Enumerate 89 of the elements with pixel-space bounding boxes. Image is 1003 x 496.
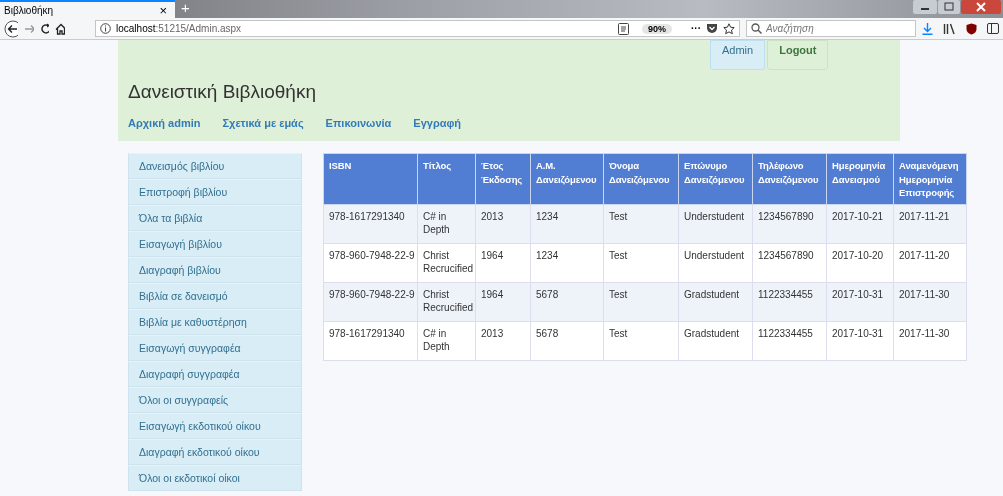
column-header[interactable]: Ημερομηνία Δανεισμού [826, 153, 894, 204]
column-header[interactable]: Έτος Έκδοσης [475, 153, 531, 204]
table-cell: 5678 [530, 282, 604, 321]
download-icon[interactable] [922, 22, 933, 35]
admin-button[interactable]: Admin [710, 40, 766, 70]
close-tab-button[interactable]: × [159, 2, 167, 18]
table-cell: 2013 [475, 321, 531, 360]
address-bar[interactable]: localhost:51215/Admin.aspx 90% ··· [95, 20, 740, 37]
sidebar-icon[interactable] [987, 23, 999, 34]
table-cell: 1122334455 [752, 321, 827, 360]
shield-icon[interactable] [966, 22, 977, 35]
sidebar-item[interactable]: Διαγραφή βιβλίου [128, 257, 302, 283]
table-cell: 1122334455 [752, 282, 827, 321]
nav-link[interactable]: Σχετικά με εμάς [222, 115, 304, 131]
nav-link[interactable]: Εγγραφή [413, 115, 462, 131]
reader-view-icon[interactable] [618, 22, 629, 35]
sidebar-item[interactable]: Όλοι οι εκδοτικοί οίκοι [128, 465, 302, 491]
sidebar-item[interactable]: Όλοι οι συγγραφείς [128, 387, 302, 413]
nav-link[interactable]: Αρχική admin [128, 115, 201, 131]
table-cell: 978-960-7948-22-9 [323, 243, 418, 282]
tab-title: Βιβλιοθήκη [4, 4, 54, 16]
close-icon[interactable] [961, 0, 1001, 14]
home-icon[interactable] [55, 22, 65, 35]
sidebar-item[interactable]: Εισαγωγή βιβλίου [128, 231, 302, 257]
table-cell: 2017-10-20 [826, 243, 894, 282]
back-icon[interactable] [4, 19, 19, 38]
reload-icon[interactable] [39, 22, 50, 35]
column-header[interactable]: Όνομα Δανειζόμενου [603, 153, 679, 204]
table-cell: 2017-11-30 [893, 282, 967, 321]
search-icon [751, 23, 762, 34]
new-tab-button[interactable]: + [175, 0, 196, 18]
sidebar-item[interactable]: Όλα τα βιβλία [128, 205, 302, 231]
table-cell: Test [603, 282, 679, 321]
table-cell: 2017-11-21 [893, 204, 967, 243]
column-header[interactable]: Επώνυμο Δανειζόμενου [678, 153, 753, 204]
table-cell: 2013 [475, 204, 531, 243]
sidebar-item[interactable]: Επιστροφή βιβλίου [128, 179, 302, 205]
pocket-icon[interactable] [706, 23, 718, 34]
sidebar-item[interactable]: Βιβλία με καθυστέρηση [128, 309, 302, 335]
sidebar-item[interactable]: Διαγραφή συγγραφέα [128, 361, 302, 387]
table-cell: 978-1617291340 [323, 204, 418, 243]
table-cell: 2017-11-30 [893, 321, 967, 360]
library-icon[interactable] [943, 22, 956, 35]
table-cell: 978-1617291340 [323, 321, 418, 360]
table-cell: Christ Recrucified [417, 282, 476, 321]
table-cell: 1964 [475, 243, 531, 282]
table-cell: Test [603, 204, 679, 243]
info-icon[interactable] [100, 23, 111, 34]
table-cell: 978-960-7948-22-9 [323, 282, 418, 321]
column-header[interactable]: Τίτλος [417, 153, 476, 204]
table-cell: Gradstudent [678, 282, 753, 321]
table-cell: Gradstudent [678, 321, 753, 360]
minimize-icon[interactable] [913, 0, 937, 14]
sidebar-item[interactable]: Εισαγωγή εκδοτικού οίκου [128, 413, 302, 439]
table-cell: Understudent [678, 243, 753, 282]
table-cell: Test [603, 243, 679, 282]
sidebar-item[interactable]: Εισαγωγή συγγραφέα [128, 335, 302, 361]
star-icon[interactable] [723, 22, 735, 35]
search-field[interactable]: Αναζήτηση [746, 20, 916, 37]
table-cell: 1234 [530, 204, 604, 243]
table-cell: 2017-10-21 [826, 204, 894, 243]
column-header[interactable]: Α.Μ. Δανειζόμενου [530, 153, 604, 204]
browser-tab[interactable]: Βιβλιοθήκη × [0, 0, 175, 18]
nav-link[interactable]: Επικοινωνία [325, 115, 392, 131]
search-input[interactable]: Αναζήτηση [766, 23, 906, 34]
column-header[interactable]: ISBN [323, 153, 418, 204]
column-header[interactable]: Τηλέφωνο Δανειζόμενου [752, 153, 827, 204]
table-cell: 2017-10-31 [826, 282, 894, 321]
url-text: localhost:51215/Admin.aspx [116, 23, 242, 34]
site-title: Δανειστική Βιβλιοθήκη [128, 80, 317, 104]
column-header[interactable]: Αναμενόμενη Ημερομηνία Επιστροφής [893, 153, 967, 204]
table-cell: 1964 [475, 282, 531, 321]
sidebar-item[interactable]: Βιβλία σε δανεισμό [128, 283, 302, 309]
table-cell: 2017-11-20 [893, 243, 967, 282]
table-cell: Test [603, 321, 679, 360]
table-cell: C# in Depth [417, 204, 476, 243]
table-cell: 2017-10-31 [826, 321, 894, 360]
table-cell: 5678 [530, 321, 604, 360]
sidebar-item[interactable]: Δανεισμός βιβλίου [128, 153, 302, 179]
table-cell: Christ Recrucified [417, 243, 476, 282]
sidebar-item[interactable]: Διαγραφή εκδοτικού οίκου [128, 439, 302, 465]
zoom-level[interactable]: 90% [642, 23, 672, 34]
table-cell: C# in Depth [417, 321, 476, 360]
logout-button[interactable]: Logout [767, 40, 829, 70]
table-cell: 1234567890 [752, 243, 827, 282]
table-cell: 1234567890 [752, 204, 827, 243]
table-cell: 1234 [530, 243, 604, 282]
more-button[interactable]: ··· [691, 23, 701, 34]
table-cell: Understudent [678, 204, 753, 243]
